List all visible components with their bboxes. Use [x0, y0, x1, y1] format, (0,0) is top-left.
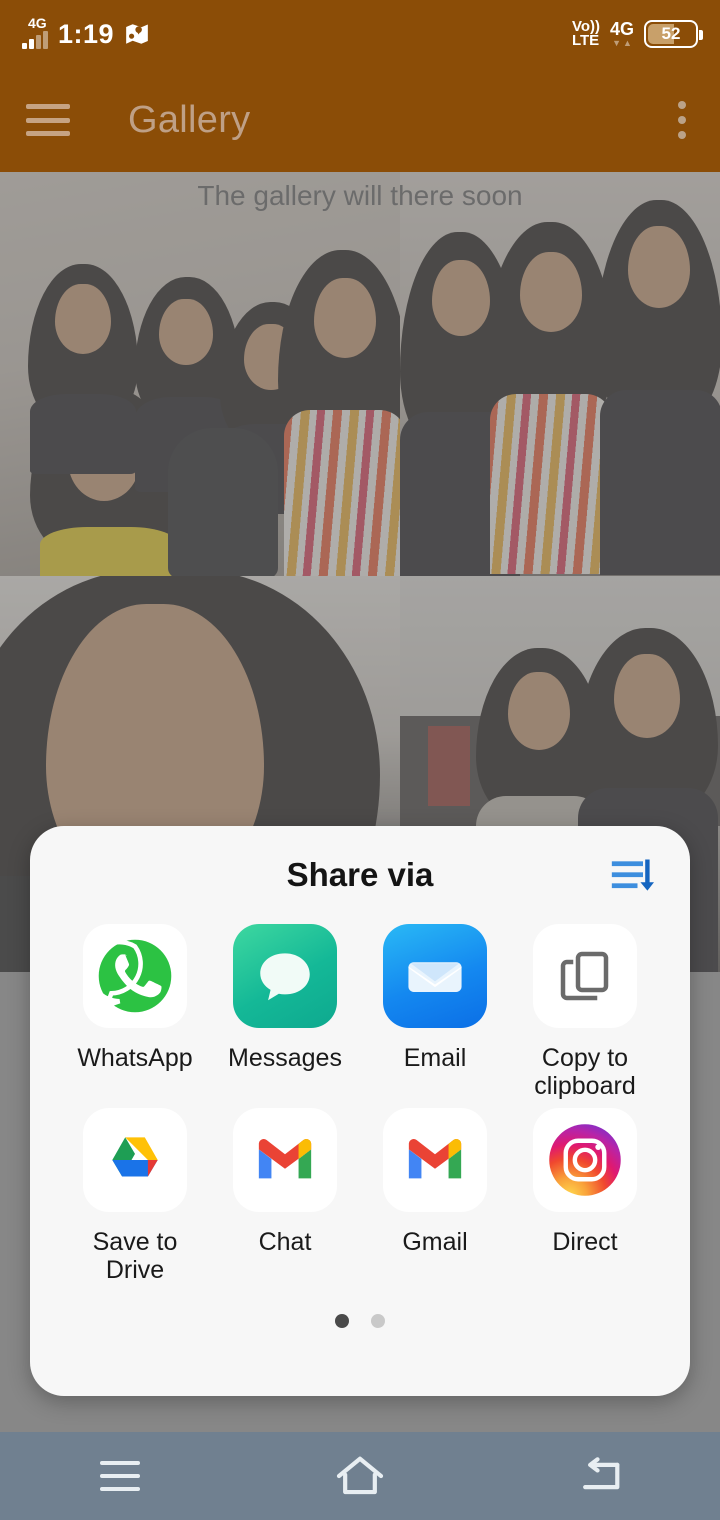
sort-list-icon[interactable] [610, 854, 654, 898]
hamburger-menu-icon[interactable] [26, 104, 70, 136]
google-drive-icon [83, 1108, 187, 1212]
share-target-label: Save to Drive [92, 1228, 178, 1284]
share-target-label: Email [403, 1044, 467, 1072]
copy-to-clipboard-icon [533, 924, 637, 1028]
status-bar-clock: 1:19 [58, 18, 115, 49]
mobile-data-icon: 4G ▼ ▲ [609, 19, 634, 48]
share-target-email[interactable]: Email [360, 924, 510, 1100]
home-icon[interactable] [305, 1446, 415, 1506]
share-target-save-to-drive[interactable]: Save to Drive [60, 1108, 210, 1284]
recents-menu-icon[interactable] [65, 1446, 175, 1506]
overflow-menu-icon[interactable] [670, 93, 694, 147]
gmail-icon [383, 1108, 487, 1212]
share-target-whatsapp[interactable]: WhatsApp [60, 924, 210, 1100]
instagram-icon [533, 1108, 637, 1212]
share-sheet-pager [36, 1314, 684, 1328]
share-target-label: WhatsApp [77, 1044, 193, 1072]
share-sheet-title: Share via [286, 856, 434, 893]
status-bar-right: Vo)) LTE 4G ▼ ▲ 52 [571, 17, 703, 49]
share-target-direct[interactable]: Direct [510, 1108, 660, 1284]
messages-icon [233, 924, 337, 1028]
share-target-messages[interactable]: Messages [210, 924, 360, 1100]
share-target-label: Chat [258, 1228, 312, 1256]
map-location-icon [124, 21, 150, 47]
google-chat-gmail-icon [233, 1108, 337, 1212]
signal-strength-icon: 4G [22, 16, 48, 49]
share-target-label: Messages [228, 1044, 342, 1072]
system-navigation-bar [0, 1432, 720, 1520]
battery-icon: 52 [644, 20, 703, 48]
app-bar: Gallery [0, 68, 720, 172]
share-target-gmail[interactable]: Gmail [360, 1108, 510, 1284]
share-target-label: Copy to clipboard [534, 1044, 636, 1100]
battery-percent: 52 [661, 24, 681, 43]
share-target-label: Direct [552, 1228, 618, 1256]
share-target-copy-to-clipboard[interactable]: Copy to clipboard [510, 924, 660, 1100]
share-target-chat[interactable]: Chat [210, 1108, 360, 1284]
share-sheet-header: Share via [36, 826, 684, 924]
status-bar: 4G 1:19 Vo)) LTE 4G ▼ ▲ 52 [0, 0, 720, 68]
back-icon[interactable] [545, 1446, 655, 1506]
email-icon [383, 924, 487, 1028]
volte-icon: Vo)) LTE [571, 17, 600, 49]
share-target-grid: WhatsApp Messages Email Copy to clipboar… [36, 924, 684, 1284]
pager-dot-2[interactable] [371, 1314, 385, 1328]
share-target-label: Gmail [402, 1228, 468, 1256]
whatsapp-icon [83, 924, 187, 1028]
phone-screen: The gallery will there soon 4G 1:19 Vo)) [0, 0, 720, 1520]
status-bar-left: 4G 1:19 [22, 16, 150, 49]
pager-dot-1[interactable] [335, 1314, 349, 1328]
page-title: Gallery [128, 98, 251, 141]
share-sheet: Share via WhatsApp Messages Email Copy t… [30, 826, 690, 1396]
